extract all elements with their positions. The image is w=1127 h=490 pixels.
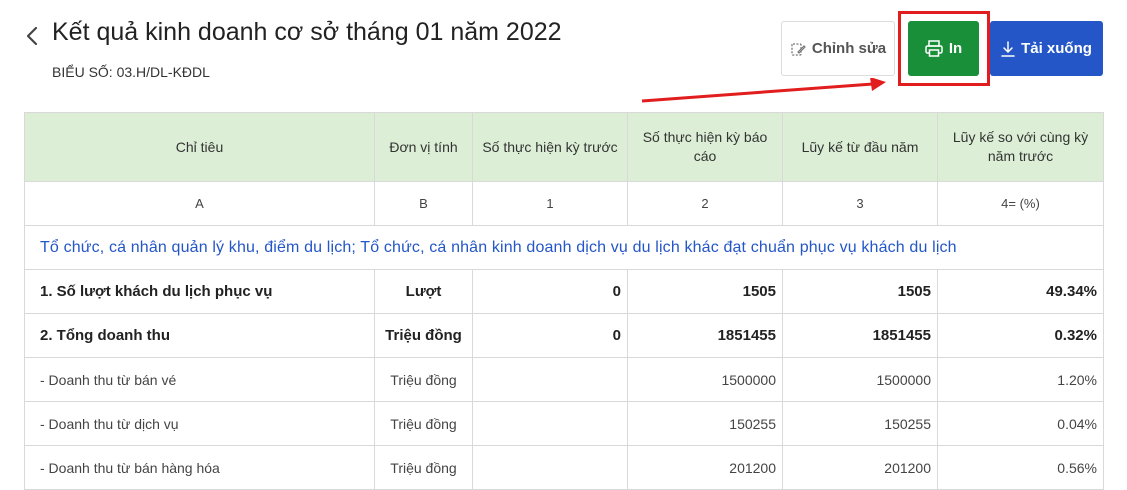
value-cell: 0 [472, 313, 628, 358]
percent-cell: 0.04% [937, 401, 1104, 446]
report-table: Chỉ tiêu Đơn vị tính Số thực hiện kỳ trư… [24, 112, 1104, 490]
index-cell: 1 [472, 181, 628, 226]
form-code: BIỂU SỐ: 03.H/DL-KĐDL [52, 64, 210, 80]
col-header-previous-period: Số thực hiện kỳ trước [472, 112, 628, 182]
table-row: - Doanh thu từ bán vé Triệu đồng 1500000… [24, 357, 1104, 402]
table-row: - Doanh thu từ bán hàng hóa Triệu đồng 2… [24, 445, 1104, 490]
download-button-label: Tải xuống [1021, 40, 1092, 57]
value-cell [472, 357, 628, 402]
value-cell: 1505 [627, 269, 783, 314]
indicator-cell: - Doanh thu từ bán hàng hóa [24, 445, 375, 490]
value-cell: 150255 [782, 401, 938, 446]
value-cell: 0 [472, 269, 628, 314]
percent-cell: 1.20% [937, 357, 1104, 402]
value-cell: 1851455 [782, 313, 938, 358]
index-cell: 3 [782, 181, 938, 226]
unit-cell: Triệu đồng [374, 401, 473, 446]
chevron-left-icon [26, 26, 38, 51]
table-row: 1. Số lượt khách du lịch phục vụ Lượt 0 … [24, 269, 1104, 314]
col-header-reporting-period: Số thực hiện kỳ báo cáo [627, 112, 783, 182]
percent-cell: 0.56% [937, 445, 1104, 490]
section-title: Tổ chức, cá nhân quản lý khu, điểm du lị… [24, 225, 1104, 270]
value-cell [472, 401, 628, 446]
indicator-cell: 2. Tổng doanh thu [24, 313, 375, 358]
col-header-indicator: Chỉ tiêu [24, 112, 375, 182]
index-cell: B [374, 181, 473, 226]
page-title: Kết quả kinh doanh cơ sở tháng 01 năm 20… [52, 18, 562, 46]
indicator-cell: 1. Số lượt khách du lịch phục vụ [24, 269, 375, 314]
indicator-cell: - Doanh thu từ dịch vụ [24, 401, 375, 446]
index-cell: 2 [627, 181, 783, 226]
table-header-row: Chỉ tiêu Đơn vị tính Số thực hiện kỳ trư… [24, 112, 1104, 182]
table-row: 2. Tổng doanh thu Triệu đồng 0 1851455 1… [24, 313, 1104, 358]
value-cell: 1500000 [782, 357, 938, 402]
col-header-ytd-vs-last-year: Lũy kế so với cùng kỳ năm trước [937, 112, 1104, 182]
edit-icon [790, 41, 806, 57]
section-row: Tổ chức, cá nhân quản lý khu, điểm du lị… [24, 225, 1104, 270]
index-cell: 4= (%) [937, 181, 1104, 226]
value-cell: 201200 [782, 445, 938, 490]
print-highlight-box [898, 11, 990, 86]
unit-cell: Triệu đồng [374, 313, 473, 358]
annotation-arrow-icon [641, 78, 886, 103]
value-cell: 201200 [627, 445, 783, 490]
back-button[interactable] [22, 26, 42, 50]
percent-cell: 49.34% [937, 269, 1104, 314]
indicator-cell: - Doanh thu từ bán vé [24, 357, 375, 402]
index-cell: A [24, 181, 375, 226]
edit-button[interactable]: Chỉnh sửa [781, 21, 895, 76]
col-header-ytd: Lũy kế từ đầu năm [782, 112, 938, 182]
index-row: A B 1 2 3 4= (%) [24, 181, 1104, 226]
unit-cell: Lượt [374, 269, 473, 314]
table-row: - Doanh thu từ dịch vụ Triệu đồng 150255… [24, 401, 1104, 446]
value-cell: 1500000 [627, 357, 783, 402]
download-button[interactable]: Tải xuống [990, 21, 1103, 76]
edit-button-label: Chỉnh sửa [811, 40, 887, 57]
unit-cell: Triệu đồng [374, 445, 473, 490]
col-header-unit: Đơn vị tính [374, 112, 473, 182]
percent-cell: 0.32% [937, 313, 1104, 358]
value-cell: 1851455 [627, 313, 783, 358]
download-icon [1001, 40, 1015, 57]
unit-cell: Triệu đồng [374, 357, 473, 402]
value-cell: 150255 [627, 401, 783, 446]
value-cell [472, 445, 628, 490]
value-cell: 1505 [782, 269, 938, 314]
